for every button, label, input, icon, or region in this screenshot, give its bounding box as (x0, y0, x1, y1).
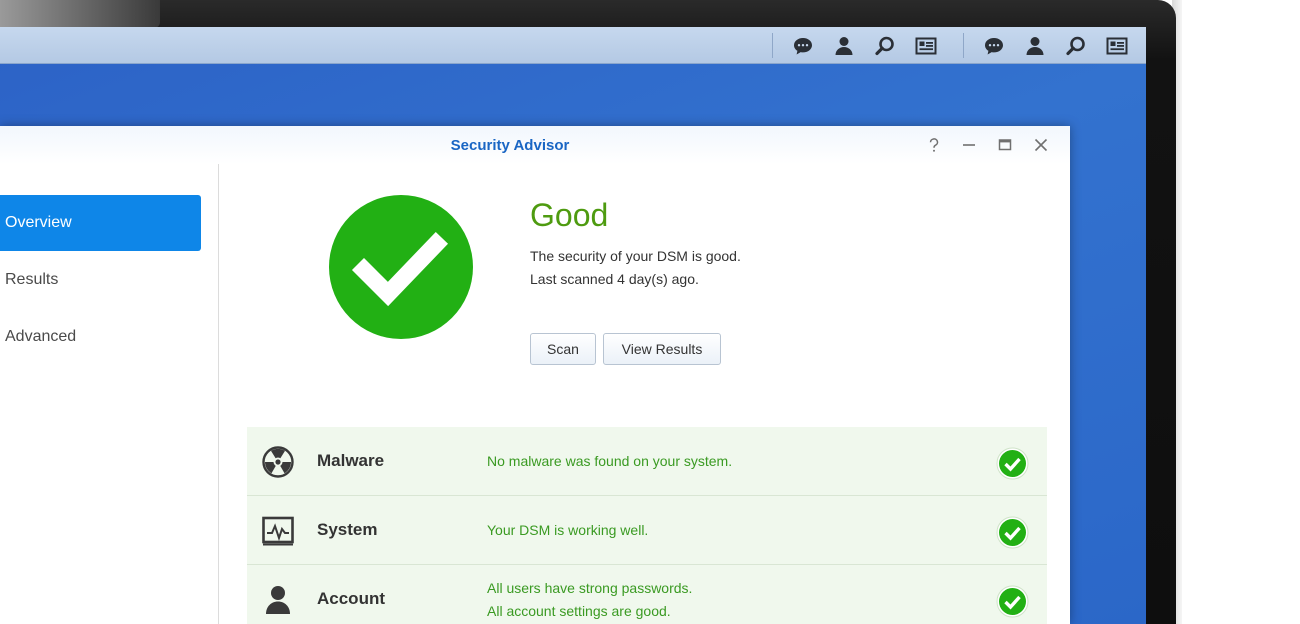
chat-icon[interactable] (792, 35, 814, 57)
security-advisor-window: Security Advisor Overview Results Advanc… (0, 126, 1070, 624)
system-monitor-icon (261, 514, 295, 548)
category-message: All users have strong passwords. (487, 580, 693, 596)
taskbar-separator (963, 33, 964, 58)
search-icon[interactable] (1065, 35, 1087, 57)
status-description: The security of your DSM is good. (530, 248, 741, 264)
maximize-icon[interactable] (996, 136, 1014, 154)
category-list: Malware No malware was found on your sys… (247, 427, 1047, 624)
status-title: Good (530, 197, 609, 233)
taskbar-separator (772, 33, 773, 58)
category-name: Account (317, 589, 385, 608)
category-row-account[interactable]: Account All users have strong passwords.… (247, 565, 1047, 624)
chat-icon[interactable] (983, 35, 1005, 57)
window-title: Security Advisor (450, 137, 570, 154)
category-message: Your DSM is working well. (487, 522, 649, 538)
sidebar-item-results[interactable]: Results (0, 252, 201, 308)
last-scanned-text: Last scanned 4 day(s) ago. (530, 271, 699, 287)
sidebar-item-advanced[interactable]: Advanced (0, 309, 201, 365)
close-icon[interactable] (1032, 136, 1050, 154)
sidebar-item-overview[interactable]: Overview (0, 195, 201, 251)
window-titlebar[interactable]: Security Advisor (0, 126, 1070, 164)
good-status-check-icon (328, 194, 474, 340)
background (1180, 0, 1300, 624)
widget-icon[interactable] (1106, 35, 1128, 57)
scan-button[interactable]: Scan (530, 333, 596, 365)
user-icon[interactable] (833, 35, 855, 57)
check-circle-icon (996, 585, 1029, 618)
minimize-icon[interactable] (960, 136, 978, 154)
user-icon (261, 583, 295, 617)
search-icon[interactable] (874, 35, 896, 57)
category-name: Malware (317, 451, 385, 470)
radiation-icon (261, 445, 295, 479)
user-icon[interactable] (1024, 35, 1046, 57)
taskbar (0, 27, 1146, 64)
category-message: No malware was found on your system. (487, 453, 733, 469)
check-circle-icon (996, 516, 1029, 549)
overview-panel: Good The security of your DSM is good. L… (220, 164, 1070, 624)
sidebar: Overview Results Advanced (0, 164, 219, 624)
help-icon[interactable] (925, 136, 943, 154)
category-name: System (317, 520, 378, 539)
category-row-system[interactable]: System Your DSM is working well. (247, 496, 1047, 565)
widget-icon[interactable] (915, 35, 937, 57)
check-circle-icon (996, 447, 1029, 480)
category-message-secondary: All account settings are good. (487, 603, 671, 619)
view-results-button[interactable]: View Results (603, 333, 721, 365)
monitor-highlight (0, 0, 160, 28)
desktop: Security Advisor Overview Results Advanc… (0, 27, 1146, 624)
category-row-malware[interactable]: Malware No malware was found on your sys… (247, 427, 1047, 496)
